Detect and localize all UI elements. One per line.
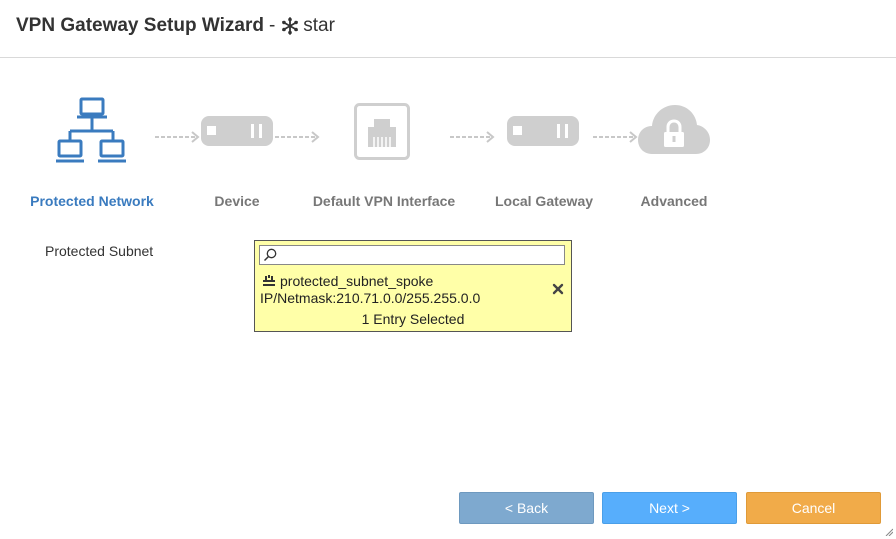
step-arrow-icon: [275, 131, 320, 143]
next-button[interactable]: Next >: [602, 492, 737, 524]
search-box[interactable]: [259, 245, 565, 265]
cloud-lock-icon[interactable]: [638, 104, 710, 156]
selected-entry: protected_subnet_spoke: [262, 273, 433, 289]
search-icon: [263, 248, 277, 262]
gateway-icon[interactable]: [507, 116, 579, 146]
device-name: star: [303, 15, 335, 36]
wizard-title: VPN Gateway Setup Wizard - star: [16, 15, 335, 37]
step-arrow-icon: [450, 131, 495, 143]
selected-entry-ip: IP/Netmask:210.71.0.0/255.255.0.0: [260, 290, 481, 306]
step-label-device[interactable]: Device: [214, 193, 259, 209]
subnet-icon: [263, 275, 275, 286]
step-arrow-icon: [593, 131, 638, 143]
selected-entry-name: protected_subnet_spoke: [280, 273, 434, 289]
network-icon[interactable]: [55, 97, 127, 165]
wizard-title-text: VPN Gateway Setup Wizard: [16, 15, 264, 36]
step-label-advanced[interactable]: Advanced: [641, 193, 708, 209]
wizard-header: VPN Gateway Setup Wizard - star: [0, 0, 896, 58]
step-label-protected-network[interactable]: Protected Network: [30, 193, 154, 209]
snowflake-icon: [282, 17, 299, 35]
step-label-default-vpn-interface[interactable]: Default VPN Interface: [313, 193, 455, 209]
ethernet-port-icon[interactable]: [354, 103, 410, 160]
back-button[interactable]: < Back: [459, 492, 594, 524]
protected-subnet-selector[interactable]: protected_subnet_spoke IP/Netmask:210.71…: [254, 240, 572, 332]
cancel-button[interactable]: Cancel: [746, 492, 881, 524]
step-arrow-icon: [155, 131, 200, 143]
resize-grip-icon[interactable]: [885, 528, 893, 536]
search-input[interactable]: [280, 246, 560, 264]
remove-icon[interactable]: [552, 283, 564, 295]
selected-count: 1 Entry Selected: [361, 311, 465, 327]
step-label-local-gateway[interactable]: Local Gateway: [495, 193, 593, 209]
title-separator: -: [268, 15, 276, 36]
device-icon[interactable]: [201, 116, 273, 146]
protected-subnet-label: Protected Subnet: [45, 243, 154, 259]
